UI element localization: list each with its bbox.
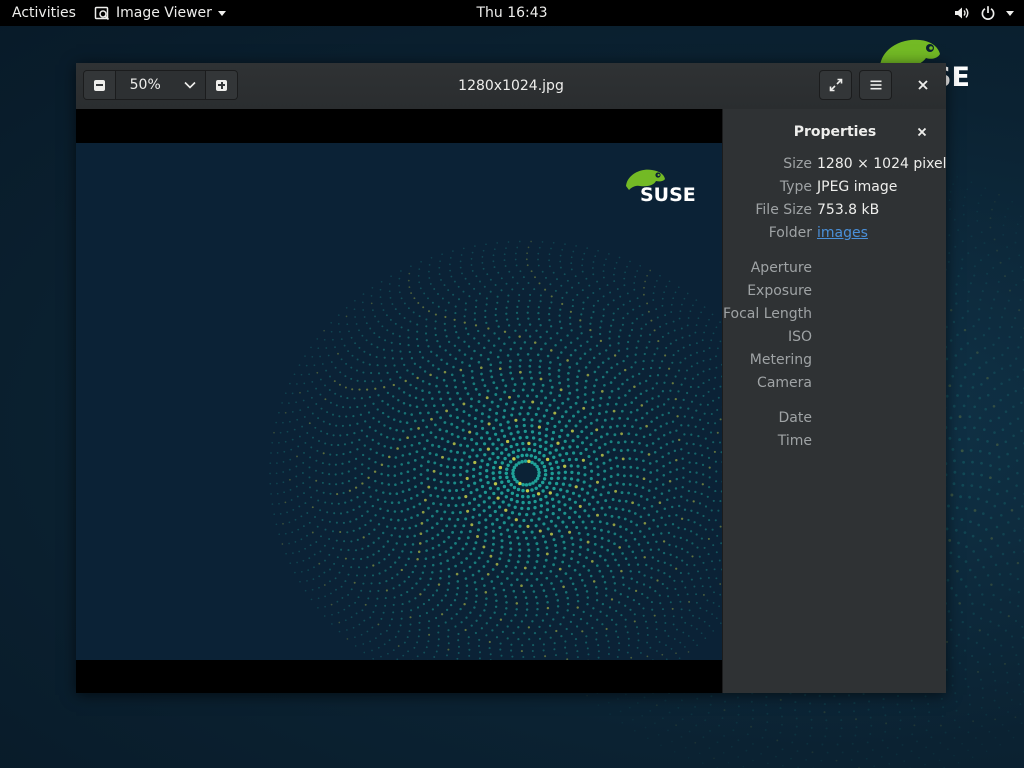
property-row: ISO (723, 329, 946, 349)
app-menu[interactable]: Image Viewer (94, 0, 226, 26)
fullscreen-button[interactable] (819, 70, 852, 100)
zoom-level-entry[interactable]: 50% (115, 71, 175, 99)
property-row: Time (723, 433, 946, 453)
property-label: Type (779, 179, 812, 195)
main-menu-button[interactable] (859, 70, 892, 100)
hamburger-menu-icon (870, 80, 881, 90)
property-row: Folder images (723, 225, 946, 245)
property-row: File Size 753.8 kB (723, 202, 946, 222)
window-close-button[interactable] (908, 70, 938, 100)
activities-label: Activities (12, 5, 76, 21)
chevron-down-icon (184, 81, 196, 89)
properties-close-button[interactable] (913, 123, 931, 141)
property-label: ISO (787, 329, 812, 345)
property-row: Metering (723, 352, 946, 372)
property-value: 753.8 kB (817, 202, 880, 218)
clock[interactable]: Thu 16:43 (476, 5, 547, 21)
power-icon (981, 6, 995, 20)
property-value: 1280 × 1024 pixels (817, 156, 946, 172)
system-status-menu[interactable] (954, 0, 1014, 26)
zoom-in-button[interactable] (205, 71, 237, 99)
image-viewer-window: 50% 1280x1024.jpg SUSE Properties Size 1… (76, 63, 946, 693)
suse-chameleon-icon: SUSE (626, 169, 696, 205)
app-menu-label: Image Viewer (116, 5, 212, 21)
close-icon (917, 127, 927, 137)
property-label: Time (777, 433, 812, 449)
property-label: Camera (757, 375, 812, 391)
displayed-image: SUSE (76, 143, 722, 660)
zoom-dropdown-button[interactable] (174, 71, 206, 99)
image-canvas[interactable]: SUSE (76, 109, 722, 693)
property-label: Size (783, 156, 812, 172)
folder-link[interactable]: images (817, 225, 868, 241)
image-dot-swirl (269, 240, 722, 660)
property-value: JPEG image (817, 179, 898, 195)
volume-icon (955, 7, 969, 19)
property-label: Folder (768, 225, 812, 241)
property-label: Focal Length (722, 306, 812, 322)
fullscreen-icon (829, 78, 842, 92)
property-label: Date (778, 410, 812, 426)
activities-button[interactable]: Activities (12, 0, 76, 26)
image-viewer-icon (94, 6, 110, 21)
chevron-down-icon (1006, 10, 1014, 16)
property-row: Date (723, 410, 946, 430)
property-row: Camera (723, 375, 946, 395)
property-label: Exposure (747, 283, 812, 299)
zoom-out-button[interactable] (84, 71, 116, 99)
properties-panel: Properties Size 1280 × 1024 pixels Type JPE… (722, 109, 946, 693)
property-row: Exposure (723, 283, 946, 303)
property-row: Type JPEG image (723, 179, 946, 199)
property-label: File Size (755, 202, 812, 218)
app-menu-chevron-icon (217, 10, 226, 16)
property-label: Aperture (750, 260, 812, 276)
property-label: Metering (749, 352, 812, 368)
property-row: Focal Length (723, 306, 946, 326)
property-row: Size 1280 × 1024 pixels (723, 156, 946, 176)
zoom-in-icon (216, 79, 228, 91)
zoom-out-icon (93, 79, 105, 91)
zoom-control: 50% (83, 70, 238, 100)
top-bar: Activities Image Viewer Thu 16:43 (0, 0, 1024, 26)
property-row: Aperture (723, 260, 946, 280)
header-bar: 50% 1280x1024.jpg (76, 63, 946, 110)
close-icon (918, 80, 928, 90)
